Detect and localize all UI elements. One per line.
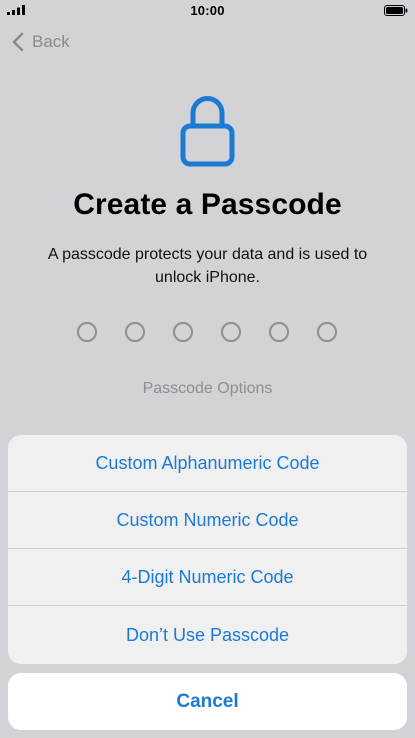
page-title: Create a Passcode [73,188,342,221]
battery-icon [384,5,408,16]
custom-numeric-code-button[interactable]: Custom Numeric Code [8,492,407,549]
cancel-button[interactable]: Cancel [8,673,407,730]
page-subtitle: A passcode protects your data and is use… [47,246,368,286]
passcode-options-button[interactable]: Passcode Options [0,380,415,398]
dont-use-passcode-button[interactable]: Don’t Use Passcode [8,606,407,664]
chevron-left-icon [12,32,24,52]
passcode-dots [77,322,339,342]
status-bar: 10:00 [0,0,415,22]
passcode-dot [125,322,145,342]
passcode-dot [269,322,289,342]
lock-icon [180,96,235,167]
four-digit-numeric-code-button[interactable]: 4-Digit Numeric Code [8,549,407,606]
status-time: 10:00 [190,3,225,18]
passcode-options-sheet: Custom Alphanumeric Code Custom Numeric … [8,435,407,664]
passcode-dot [317,322,337,342]
back-button[interactable]: Back [12,30,70,54]
passcode-dot [221,322,241,342]
passcode-dot [173,322,193,342]
custom-alphanumeric-code-button[interactable]: Custom Alphanumeric Code [8,435,407,492]
back-label: Back [32,32,70,51]
passcode-dot [77,322,97,342]
